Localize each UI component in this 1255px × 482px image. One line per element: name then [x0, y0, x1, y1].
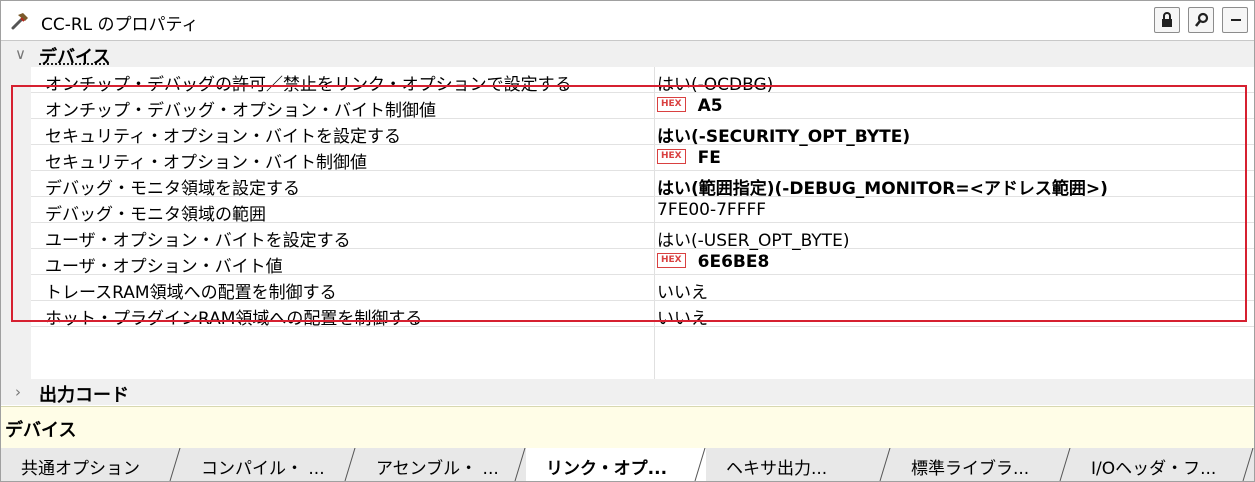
tab-separator	[1242, 448, 1254, 481]
tab-label: コンパイル・ ...	[201, 459, 325, 479]
property-value-text: いいえ	[657, 283, 708, 303]
hex-badge: HEX	[657, 96, 686, 112]
property-value[interactable]: HEX FE	[657, 148, 721, 168]
property-row[interactable]: セキュリティ・オプション・バイトを設定する はい(-SECURITY_OPT_BY…	[31, 119, 1254, 147]
property-value[interactable]: HEX 6E6BE8	[657, 252, 769, 272]
property-row[interactable]: セキュリティ・オプション・バイト制御値 HEX FE	[31, 145, 1254, 173]
tab-label: ヘキサ出力...	[726, 459, 828, 479]
property-value[interactable]: いいえ	[657, 278, 708, 303]
property-value[interactable]: はい(-OCDBG)	[657, 70, 773, 95]
property-row[interactable]: ユーザ・オプション・バイト値 HEX 6E6BE8	[31, 249, 1254, 277]
property-name: ユーザ・オプション・バイトを設定する	[45, 231, 351, 251]
tab-separator	[514, 448, 526, 481]
property-name: オンチップ・デバッグの許可／禁止をリンク・オプションで設定する	[45, 75, 572, 95]
tab-separator	[879, 448, 891, 481]
property-value-text: はい(-SECURITY_OPT_BYTE)	[657, 127, 911, 147]
lock-button[interactable]	[1154, 7, 1180, 33]
property-value[interactable]: はい(-SECURITY_OPT_BYTE)	[657, 122, 910, 147]
tab-label: アセンブル・ ...	[376, 459, 499, 479]
property-value-text: はい(-USER_OPT_BYTE)	[657, 231, 850, 251]
tab-1[interactable]: 共通オプション	[1, 448, 181, 481]
tab-separator	[169, 448, 181, 481]
property-value-text: いいえ	[657, 309, 708, 329]
category-output-code[interactable]: › 出力コード	[1, 379, 1254, 406]
tab-strip: 共通オプション コンパイル・ ... アセンブル・ ... リンク・オプ... ヘキサ出…	[1, 448, 1254, 481]
tab-separator	[1059, 448, 1071, 481]
category-label: デバイス	[39, 47, 111, 68]
property-value[interactable]: いいえ	[657, 304, 708, 329]
property-name: デバッグ・モニタ領域を設定する	[45, 179, 300, 199]
property-name: ホット・プラグインRAM領域への配置を制御する	[45, 309, 423, 329]
property-value[interactable]: はい(範囲指定)(-DEBUG_MONITOR=<アドレス範囲>)	[657, 174, 1108, 199]
tab-6[interactable]: 標準ライブラ...	[891, 448, 1071, 481]
property-row[interactable]: デバッグ・モニタ領域の範囲 7FE00-7FFFF	[31, 197, 1254, 225]
property-row[interactable]: トレースRAM領域への配置を制御する いいえ	[31, 275, 1254, 303]
tab-label: 共通オプション	[21, 459, 140, 479]
property-name: オンチップ・デバッグ・オプション・バイト制御値	[45, 101, 436, 121]
search-button[interactable]	[1188, 7, 1214, 33]
tab-label: リンク・オプ...	[546, 459, 668, 479]
title-bar: CC-RL のプロパティ	[1, 1, 1254, 41]
tab-separator	[344, 448, 356, 481]
window-title: CC-RL のプロパティ	[41, 15, 199, 35]
category-label: 出力コード	[39, 385, 129, 406]
property-row[interactable]: ユーザ・オプション・バイトを設定する はい(-USER_OPT_BYTE)	[31, 223, 1254, 251]
chevron-right-icon[interactable]: ›	[15, 383, 21, 401]
tab-5[interactable]: ヘキサ出力...	[706, 448, 891, 481]
tab-7[interactable]: I/Oヘッダ・フ...	[1071, 448, 1254, 481]
tab-label: 標準ライブラ...	[911, 459, 1030, 479]
property-name: デバッグ・モニタ領域の範囲	[45, 205, 266, 225]
description-title: デバイス	[5, 420, 77, 441]
property-grid: ∨ デバイス オンチップ・デバッグの許可／禁止をリンク・オプションで設定するはい…	[1, 41, 1254, 406]
property-value[interactable]: HEX A5	[657, 96, 723, 116]
property-value-text: はい(範囲指定)(-DEBUG_MONITOR=<アドレス範囲>)	[657, 179, 1108, 199]
property-value-text: 7FE00-7FFFF	[657, 200, 767, 220]
property-row[interactable]: オンチップ・デバッグ・オプション・バイト制御値 HEX A5	[31, 93, 1254, 121]
category-device[interactable]: ∨ デバイス	[1, 41, 1254, 68]
property-row[interactable]: オンチップ・デバッグの許可／禁止をリンク・オプションで設定する はい(-OCDBG…	[31, 67, 1254, 95]
grid-gutter	[1, 67, 31, 379]
property-value[interactable]: 7FE00-7FFFF	[657, 200, 766, 220]
property-value-text: FE	[697, 148, 721, 168]
property-name: トレースRAM領域への配置を制御する	[45, 283, 337, 303]
search-icon	[1194, 12, 1209, 27]
hammer-icon	[11, 13, 28, 30]
property-value[interactable]: はい(-USER_OPT_BYTE)	[657, 226, 849, 251]
properties-panel: CC-RL のプロパティ ∨ デバイス オンチップ・デバッグの許可／禁止をリンク…	[0, 0, 1255, 482]
hex-badge: HEX	[657, 252, 686, 268]
property-value-text: 6E6BE8	[697, 252, 770, 272]
minimize-icon	[1231, 19, 1241, 21]
description-panel: デバイス	[1, 406, 1254, 449]
tab-3[interactable]: アセンブル・ ...	[356, 448, 526, 481]
chevron-down-icon[interactable]: ∨	[15, 45, 26, 63]
tab-separator	[694, 448, 706, 481]
property-row[interactable]: デバッグ・モニタ領域を設定する はい(範囲指定)(-DEBUG_MONITOR=<…	[31, 171, 1254, 199]
hex-badge: HEX	[657, 148, 686, 164]
minimize-button[interactable]	[1222, 7, 1248, 33]
property-value-text: A5	[697, 96, 723, 116]
lock-icon	[1162, 12, 1172, 27]
property-name: セキュリティ・オプション・バイト制御値	[45, 153, 367, 173]
property-value-text: はい(-OCDBG)	[657, 75, 774, 95]
tab-4[interactable]: リンク・オプ...	[526, 448, 706, 481]
property-row[interactable]: ホット・プラグインRAM領域への配置を制御する いいえ	[31, 301, 1254, 329]
property-name: セキュリティ・オプション・バイトを設定する	[45, 127, 401, 147]
tab-2[interactable]: コンパイル・ ...	[181, 448, 356, 481]
tab-label: I/Oヘッダ・フ...	[1091, 459, 1217, 479]
property-name: ユーザ・オプション・バイト値	[45, 257, 283, 277]
